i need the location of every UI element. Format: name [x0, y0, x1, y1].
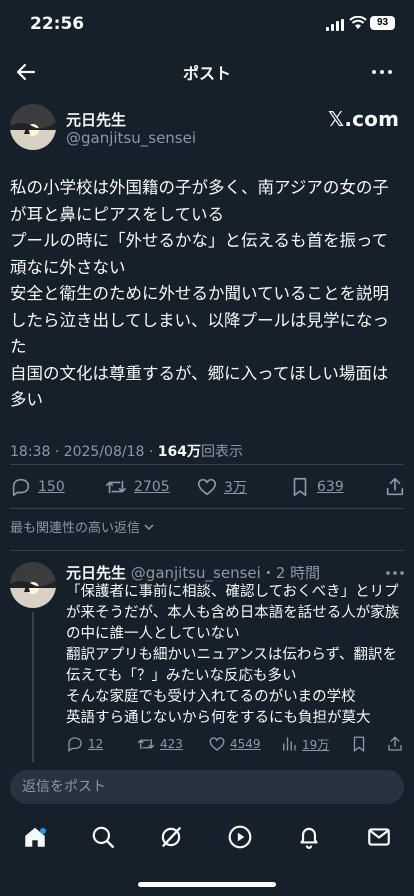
like-button[interactable]: 3万	[196, 472, 247, 502]
post-actions: 150 2705 3万 639	[0, 472, 414, 502]
status-time: 22:56	[30, 14, 85, 34]
notifications-icon[interactable]	[296, 824, 322, 850]
repost-button[interactable]: 2705	[104, 472, 170, 502]
like-icon	[209, 737, 225, 751]
reply-views-button[interactable]: 19万	[280, 732, 329, 756]
reply-header: 元日先生 @ganjitsu_sensei・2 時間	[66, 562, 320, 583]
reply-icon	[68, 737, 82, 753]
divider	[10, 550, 404, 551]
reply-bookmark-button[interactable]	[350, 732, 368, 756]
bookmark-icon	[353, 736, 365, 753]
reply-author-handle[interactable]: @ganjitsu_sensei	[131, 564, 261, 582]
reply-actions: 12 423 4549 19万	[0, 732, 414, 756]
reply-author-name[interactable]: 元日先生	[66, 564, 126, 582]
views-icon	[283, 737, 296, 751]
chevron-down-icon	[144, 523, 154, 530]
reply-count: 150	[38, 479, 65, 495]
share-icon	[388, 736, 402, 751]
bookmark-icon	[293, 477, 307, 497]
repost-icon	[106, 480, 126, 494]
repost-count: 2705	[134, 479, 170, 495]
status-bar: 22:56 93	[0, 0, 414, 50]
reply-repost-button[interactable]: 423	[136, 732, 183, 756]
divider	[10, 508, 404, 509]
share-button[interactable]	[384, 472, 406, 502]
bookmark-count: 639	[317, 479, 344, 495]
divider	[10, 464, 404, 465]
avatar[interactable]	[10, 104, 56, 150]
more-icon[interactable]	[384, 566, 406, 580]
reply-views-count: 19万	[302, 737, 330, 752]
video-icon[interactable]	[227, 824, 253, 850]
like-icon	[197, 478, 217, 496]
cellular-signal-icon	[326, 19, 346, 31]
author-handle[interactable]: @ganjitsu_sensei	[66, 129, 196, 147]
share-icon	[386, 477, 404, 496]
battery-indicator: 93	[370, 16, 395, 30]
reply-button[interactable]: 150	[10, 472, 65, 502]
messages-icon[interactable]	[366, 824, 392, 850]
page-title: ポスト	[182, 64, 231, 83]
reply-like-count: 4549	[230, 737, 261, 751]
reply-sort-dropdown[interactable]: 最も関連性の高い返信	[10, 517, 155, 536]
reply-reply-count: 12	[88, 737, 104, 751]
post-meta: 18:38 · 2025/08/18 · 164万回表示	[10, 441, 243, 461]
home-indicator	[138, 882, 276, 887]
reply-share-button[interactable]	[386, 732, 404, 756]
author-name[interactable]: 元日先生	[66, 109, 126, 130]
avatar[interactable]	[10, 562, 56, 608]
views-label: 回表示	[200, 444, 243, 460]
views-count: 164万	[157, 444, 201, 460]
post-text: 私の小学校は外国籍の子が多く、南アジアの女の子が耳と鼻にピアスをしている プール…	[10, 178, 390, 409]
reply-input[interactable]	[10, 770, 404, 804]
top-bar: ポスト	[0, 50, 414, 94]
more-icon[interactable]	[370, 60, 394, 84]
notification-dot	[40, 828, 46, 834]
source-label: 𝕏.com	[328, 107, 400, 131]
bookmark-button[interactable]: 639	[289, 472, 344, 502]
repost-icon	[137, 738, 155, 750]
reply-text: 「保護者に事前に相談、確認しておくべき」とリプが来そうだが、本人も含め日本語を話…	[66, 584, 400, 726]
search-icon[interactable]	[90, 824, 116, 850]
reply-reply-button[interactable]: 12	[66, 732, 103, 756]
reply-sort-label: 最も関連性の高い返信	[10, 521, 141, 536]
like-count: 3万	[224, 480, 247, 496]
reply-icon	[12, 478, 30, 497]
wifi-icon	[349, 16, 367, 29]
reply-composer[interactable]	[10, 770, 404, 804]
bottom-tab-bar	[0, 816, 414, 860]
post-timestamp: 18:38 · 2025/08/18 ·	[10, 444, 158, 460]
reply-like-button[interactable]: 4549	[208, 732, 261, 756]
grok-icon[interactable]	[158, 824, 184, 850]
reply-timestamp: ・2 時間	[260, 564, 321, 582]
reply-repost-count: 423	[160, 737, 183, 751]
